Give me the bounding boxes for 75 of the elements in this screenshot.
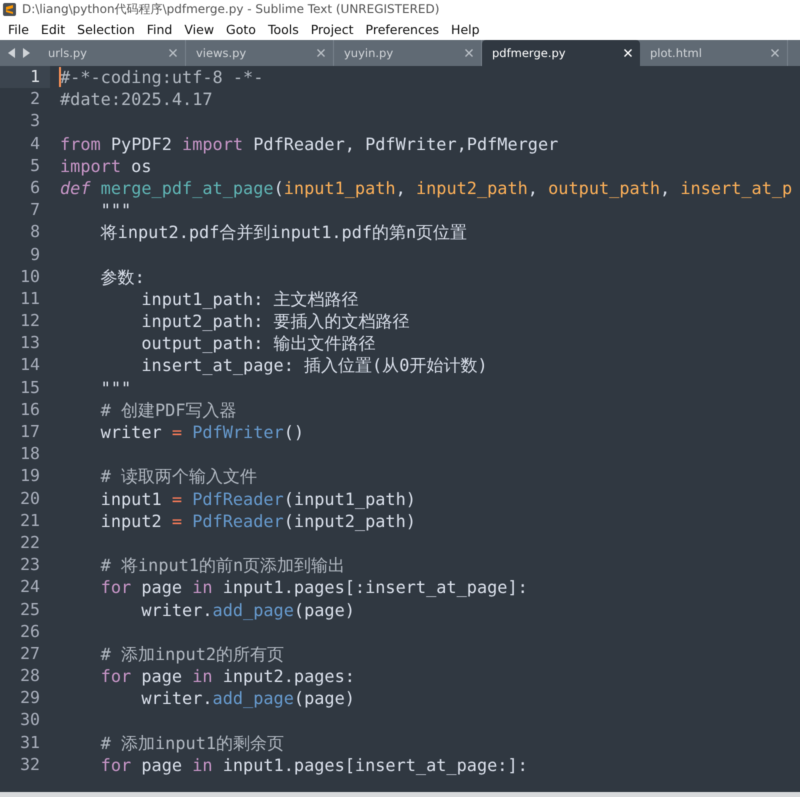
code-line: # 创建PDF写入器 (100, 398, 237, 421)
menu-item[interactable]: File (2, 22, 35, 37)
menu-item[interactable]: Edit (34, 22, 72, 37)
code-line: def merge_pdf_at_page(input1_path, input2_path, output_path, insert_at_p (59, 176, 792, 200)
code-line: # 将input1的前n页添加到输出 (100, 554, 346, 576)
line-number: 16 (19, 398, 41, 421)
code-line: for page in input1.pages[insert_at_page:]: (100, 754, 528, 776)
editor-tab[interactable]: pdfmerge.py (482, 40, 640, 66)
app-logo-icon (3, 3, 16, 16)
menu-item[interactable]: View (178, 22, 220, 37)
line-number: 14 (19, 354, 41, 376)
line-number: 13 (19, 332, 41, 354)
menu-item[interactable]: Help (445, 22, 486, 37)
line-number: 22 (19, 532, 41, 554)
line-number: 1 (0, 66, 50, 88)
line-number: 8 (29, 221, 41, 244)
code-line: input1_path: 主文档路径 (140, 288, 359, 310)
menu-item[interactable]: Preferences (360, 22, 446, 37)
editor-tab[interactable]: plot.html (640, 40, 788, 66)
text-cursor (59, 67, 61, 87)
line-number: 29 (19, 687, 41, 710)
menu-item[interactable]: Find (140, 22, 178, 37)
code-line: insert_at_page: 插入位置(从0开始计数) (140, 354, 488, 377)
code-line: # 添加input2的所有页 (100, 642, 284, 666)
line-number: 6 (29, 176, 41, 199)
line-number: 27 (19, 642, 41, 665)
code-line: input1 = PdfReader(input1_path) (100, 488, 416, 510)
code-line: # 读取两个输入文件 (100, 465, 258, 488)
line-number: 24 (19, 576, 41, 598)
line-number: 12 (19, 310, 41, 332)
code-line: writer.add_page(page) (140, 598, 355, 621)
menu-item[interactable]: Project (304, 22, 360, 37)
menu-item[interactable]: Selection (71, 22, 141, 37)
tab-scroll-arrows-icon[interactable] (8, 48, 30, 58)
line-number: 30 (19, 709, 41, 732)
line-number: 18 (19, 443, 41, 466)
line-number: 3 (29, 110, 41, 132)
window-title: D:\liang\python代码程序\pdfmerge.py - Sublime Text (UNREGISTERED) (22, 1, 440, 18)
line-number: 19 (19, 465, 41, 488)
line-number: 31 (19, 732, 41, 754)
line-number: 2 (29, 88, 41, 110)
line-number: 32 (19, 754, 41, 776)
line-number: 9 (29, 244, 41, 266)
code-line: 将input2.pdf合并到input1.pdf的第n页位置 (100, 221, 468, 244)
line-number: 11 (19, 288, 41, 310)
code-line: #-*-coding:utf-8 -*- (58, 66, 264, 88)
line-number: 17 (19, 421, 41, 443)
code-line: """ (100, 376, 132, 399)
code-line: import os (59, 154, 152, 177)
code-line: """ (100, 199, 132, 222)
editor-tab[interactable]: views.py (186, 40, 334, 66)
code-line: #date:2025.4.17 (59, 88, 213, 110)
line-number: 10 (19, 266, 41, 288)
code-line: input2_path: 要插入的文档路径 (140, 310, 410, 332)
menu-item[interactable]: Tools (262, 22, 305, 37)
line-number: 7 (29, 199, 41, 222)
code-line: output_path: 输出文件路径 (140, 332, 376, 354)
line-number: 25 (19, 598, 41, 620)
code-line: writer = PdfWriter() (100, 421, 304, 444)
line-number: 28 (19, 665, 41, 688)
code-line: 参数: (100, 266, 145, 288)
line-number: 21 (19, 510, 41, 532)
line-number: 20 (19, 488, 41, 510)
menu-item[interactable]: Goto (220, 22, 262, 37)
line-number: 23 (19, 554, 41, 576)
line-number: 4 (29, 132, 41, 155)
code-line: for page in input1.pages[:insert_at_page]: (100, 576, 528, 598)
code-line: input2 = PdfReader(input2_path) (100, 510, 416, 532)
code-line: # 添加input1的剩余页 (100, 732, 284, 754)
line-number: 26 (19, 620, 41, 643)
line-number: 15 (19, 376, 41, 399)
code-line: from PyPDF2 import PdfReader, PdfWriter,PdfMerger (59, 132, 558, 155)
code-line: writer.add_page(page) (140, 687, 355, 710)
code-line: for page in input2.pages: (100, 665, 355, 688)
line-number: 5 (29, 154, 41, 177)
